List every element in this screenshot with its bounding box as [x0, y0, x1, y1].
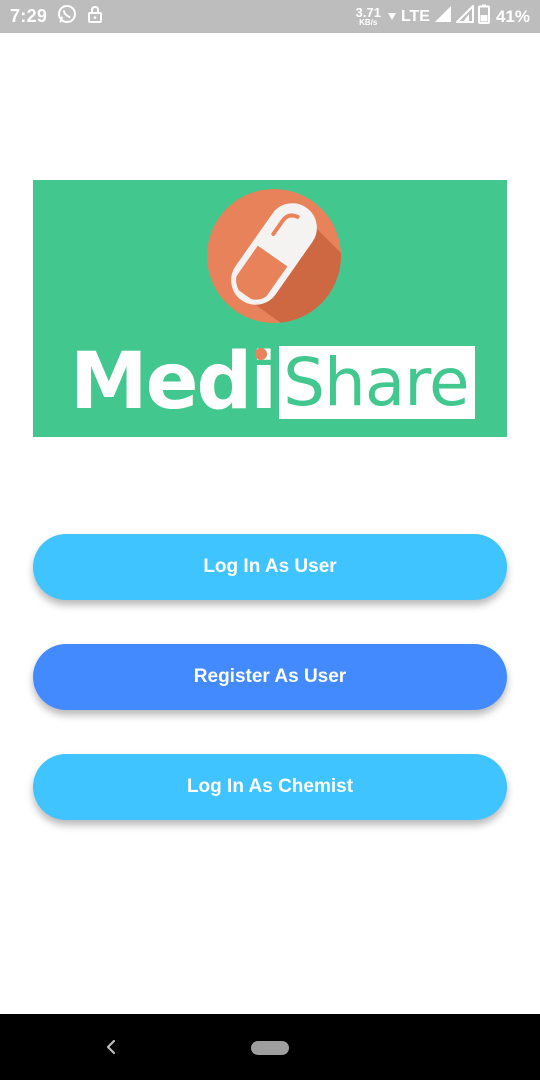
signal-icon: [434, 5, 452, 28]
home-pill-icon[interactable]: [251, 1041, 289, 1055]
pill-icon: [206, 188, 342, 329]
login-as-chemist-button[interactable]: Log In As Chemist: [33, 754, 507, 820]
status-time: 7:29: [10, 6, 48, 26]
wordmark-share-box: Share: [279, 343, 475, 421]
network-type: LTE: [400, 7, 430, 25]
wordmark-medi: Medi: [70, 343, 277, 421]
lock-icon: [87, 5, 103, 28]
data-arrow-icon: [387, 8, 397, 26]
wordmark: Medi Share: [70, 343, 475, 421]
network-speed: 3.71 KB/s: [356, 6, 381, 27]
navigation-bar: [0, 1014, 540, 1080]
whatsapp-icon: [57, 4, 77, 29]
register-as-user-button[interactable]: Register As User: [33, 644, 507, 710]
wordmark-share: Share: [283, 343, 469, 421]
medishare-logo: Medi Share: [33, 180, 507, 437]
login-as-user-button[interactable]: Log In As User: [33, 534, 507, 600]
wordmark-dot: [255, 348, 268, 360]
signal-icon: [454, 3, 474, 28]
back-icon[interactable]: [100, 1034, 122, 1060]
status-bar: 7:29 3.71 KB/s LTE 41%: [0, 0, 540, 33]
status-left: 7:29: [10, 0, 103, 33]
battery-icon: [477, 4, 490, 29]
wordmark-medi-text: Medi: [70, 337, 277, 427]
battery-percent: 41%: [495, 6, 530, 26]
status-right: 3.71 KB/s LTE 41%: [356, 0, 530, 33]
network-speed-unit: KB/s: [359, 18, 378, 27]
